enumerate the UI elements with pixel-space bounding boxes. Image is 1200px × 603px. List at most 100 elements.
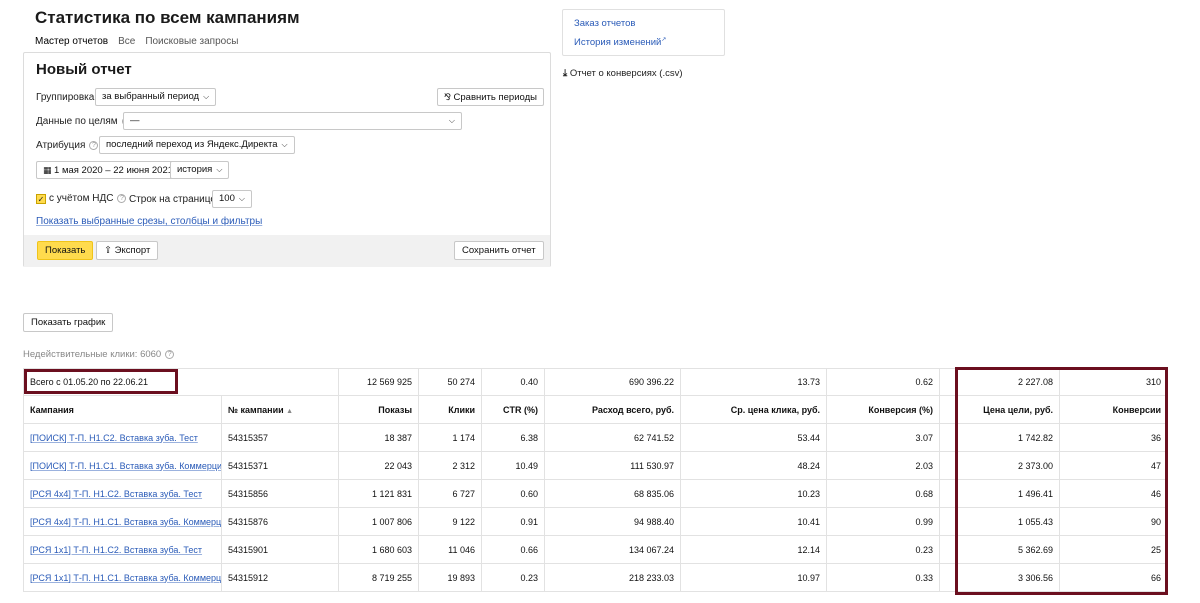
ctr: 0.91: [481, 507, 546, 536]
clicks: 19 893: [418, 563, 483, 592]
cpc: 53.44: [680, 423, 828, 452]
report-builder-panel: Новый отчет Группировка за выбранный пер…: [23, 52, 551, 267]
vat-label[interactable]: с учётом НДС: [49, 193, 113, 204]
total-clicks: 50 274: [418, 368, 483, 396]
report-actions-bar: Показать ⇪ Экспорт Сохранить отчет: [24, 235, 550, 267]
invalid-clicks-text: Недействительные клики: 6060?: [23, 349, 175, 360]
change-history-link[interactable]: История изменений↗: [574, 36, 666, 48]
rows-per-page-select[interactable]: 100 ⌵: [212, 190, 252, 208]
tab-search-queries[interactable]: Поисковые запросы: [145, 36, 238, 47]
campaign-link[interactable]: [РСЯ 4х4] Т-П. Н1.С2. Вставка зуба. Тест: [30, 489, 202, 499]
help-icon[interactable]: ?: [165, 349, 175, 359]
campaign-link[interactable]: [РСЯ 4х4] Т-П. Н1.С1. Вставка зуба. Комм…: [30, 517, 221, 527]
help-icon[interactable]: ?: [117, 194, 127, 203]
goal-cost: 3 306.56: [939, 563, 1061, 592]
conversions: 25: [1059, 535, 1169, 564]
goals-label-text: Данные по целям: [36, 116, 118, 127]
conversions: 90: [1059, 507, 1169, 536]
attribution-label: Атрибуция?: [36, 140, 99, 151]
chevron-down-icon: ⌵: [238, 194, 245, 203]
header-cpc[interactable]: Ср. цена клика, руб.: [680, 395, 828, 424]
export-button[interactable]: ⇪ Экспорт: [96, 241, 159, 260]
show-graph-button[interactable]: Показать график: [23, 313, 114, 332]
save-report-button[interactable]: Сохранить отчет: [454, 241, 544, 260]
conversion: 3.07: [826, 423, 941, 452]
goal-cost: 5 362.69: [939, 535, 1061, 564]
ctr: 0.66: [481, 535, 546, 564]
impressions: 1 121 831: [338, 479, 420, 508]
history-select[interactable]: история ⌵: [170, 161, 230, 179]
goal-cost: 1 742.82: [939, 423, 1061, 452]
conversion: 2.03: [826, 451, 941, 480]
campaign-link[interactable]: [РСЯ 1х1] Т-П. Н1.С2. Вставка зуба. Тест: [30, 545, 202, 555]
header-campaign[interactable]: Кампания: [23, 395, 222, 424]
conversions: 46: [1059, 479, 1169, 508]
goal-cost: 1 055.43: [939, 507, 1061, 536]
rows-per-page-value: 100: [219, 193, 235, 204]
attribution-select[interactable]: последний переход из Яндекс.Директа ⌵: [99, 136, 295, 154]
tab-report-master[interactable]: Мастер отчетов: [35, 36, 108, 47]
goal-cost: 1 496.41: [939, 479, 1061, 508]
grouping-value: за выбранный период: [102, 91, 200, 102]
spend: 111 530.97: [544, 451, 682, 480]
header-impressions[interactable]: Показы: [338, 395, 420, 424]
header-goal-cost[interactable]: Цена цели, руб.: [939, 395, 1061, 424]
ctr: 10.49: [481, 451, 546, 480]
header-campaign-id[interactable]: № кампании ▲: [220, 395, 340, 424]
spend: 62 741.52: [544, 423, 682, 452]
clicks: 2 312: [418, 451, 483, 480]
total-row: Всего с 01.05.20 по 22.06.21 12 569 925 …: [22, 368, 1169, 396]
date-range-picker[interactable]: ▦ 1 мая 2020 – 22 июня 2021: [36, 161, 181, 179]
show-selected-filters-link[interactable]: Показать выбранные срезы, столбцы и филь…: [36, 216, 262, 227]
cpc: 48.24: [680, 451, 828, 480]
header-conversions[interactable]: Конверсии: [1059, 395, 1169, 424]
csv-download-link[interactable]: ⤓ Отчет о конверсиях (.csv): [563, 68, 683, 79]
spend: 134 067.24: [544, 535, 682, 564]
sort-asc-icon: ▲: [286, 407, 294, 415]
spend: 94 988.40: [544, 507, 682, 536]
compare-periods-label: Сравнить периоды: [453, 92, 537, 103]
download-icon: ⤓: [563, 68, 570, 79]
header-conversion[interactable]: Конверсия (%): [826, 395, 941, 424]
conversion: 0.23: [826, 535, 941, 564]
compare-icon: ⅋: [444, 92, 454, 102]
compare-periods-button[interactable]: ⅋ Сравнить периоды: [437, 88, 544, 106]
ctr: 0.60: [481, 479, 546, 508]
external-link-icon: ↗: [661, 37, 667, 43]
chevron-down-icon: ⌵: [448, 116, 455, 125]
goals-select[interactable]: — ⌵: [123, 112, 462, 130]
campaign-link[interactable]: [ПОИСК] Т-П. Н1.С1. Вставка зуба. Коммер…: [30, 461, 221, 471]
header-ctr[interactable]: CTR (%): [481, 395, 546, 424]
campaign-id: 54315912: [220, 563, 340, 592]
conversions: 36: [1059, 423, 1169, 452]
spend: 68 835.06: [544, 479, 682, 508]
report-title: Новый отчет: [36, 61, 132, 78]
table-row: [РСЯ 4х4] Т-П. Н1.С1. Вставка зуба. Комм…: [23, 507, 1169, 536]
calendar-icon: ▦: [43, 165, 55, 175]
date-range-value: 1 мая 2020 – 22 июня 2021: [54, 165, 174, 176]
impressions: 18 387: [338, 423, 420, 452]
conversions: 47: [1059, 451, 1169, 480]
vat-checkbox[interactable]: ✓: [36, 193, 46, 204]
total-label: Всего с 01.05.20 по 22.06.21: [22, 368, 340, 396]
tab-all[interactable]: Все: [118, 36, 135, 47]
cpc: 10.41: [680, 507, 828, 536]
cpc: 10.97: [680, 563, 828, 592]
campaign-link[interactable]: [РСЯ 1х1] Т-П. Н1.С1. Вставка зуба. Комм…: [30, 573, 221, 583]
csv-download-label: Отчет о конверсиях (.csv): [569, 68, 683, 79]
total-impressions: 12 569 925: [338, 368, 420, 396]
grouping-select[interactable]: за выбранный период ⌵: [95, 88, 217, 106]
impressions: 1 680 603: [338, 535, 420, 564]
header-spend[interactable]: Расход всего, руб.: [544, 395, 682, 424]
header-clicks[interactable]: Клики: [418, 395, 483, 424]
order-reports-link[interactable]: Заказ отчетов: [574, 18, 635, 29]
total-cpc: 13.73: [680, 368, 828, 396]
campaign-id: 54315357: [220, 423, 340, 452]
help-icon[interactable]: ?: [89, 140, 99, 150]
table-row: [ПОИСК] Т-П. Н1.С2. Вставка зуба. Тест 5…: [23, 423, 1169, 452]
change-history-label: История изменений: [574, 37, 662, 49]
stats-table: Всего с 01.05.20 по 22.06.21 12 569 925 …: [22, 368, 1169, 592]
campaign-link[interactable]: [ПОИСК] Т-П. Н1.С2. Вставка зуба. Тест: [30, 433, 198, 443]
show-report-button[interactable]: Показать: [37, 241, 94, 260]
conversion: 0.68: [826, 479, 941, 508]
